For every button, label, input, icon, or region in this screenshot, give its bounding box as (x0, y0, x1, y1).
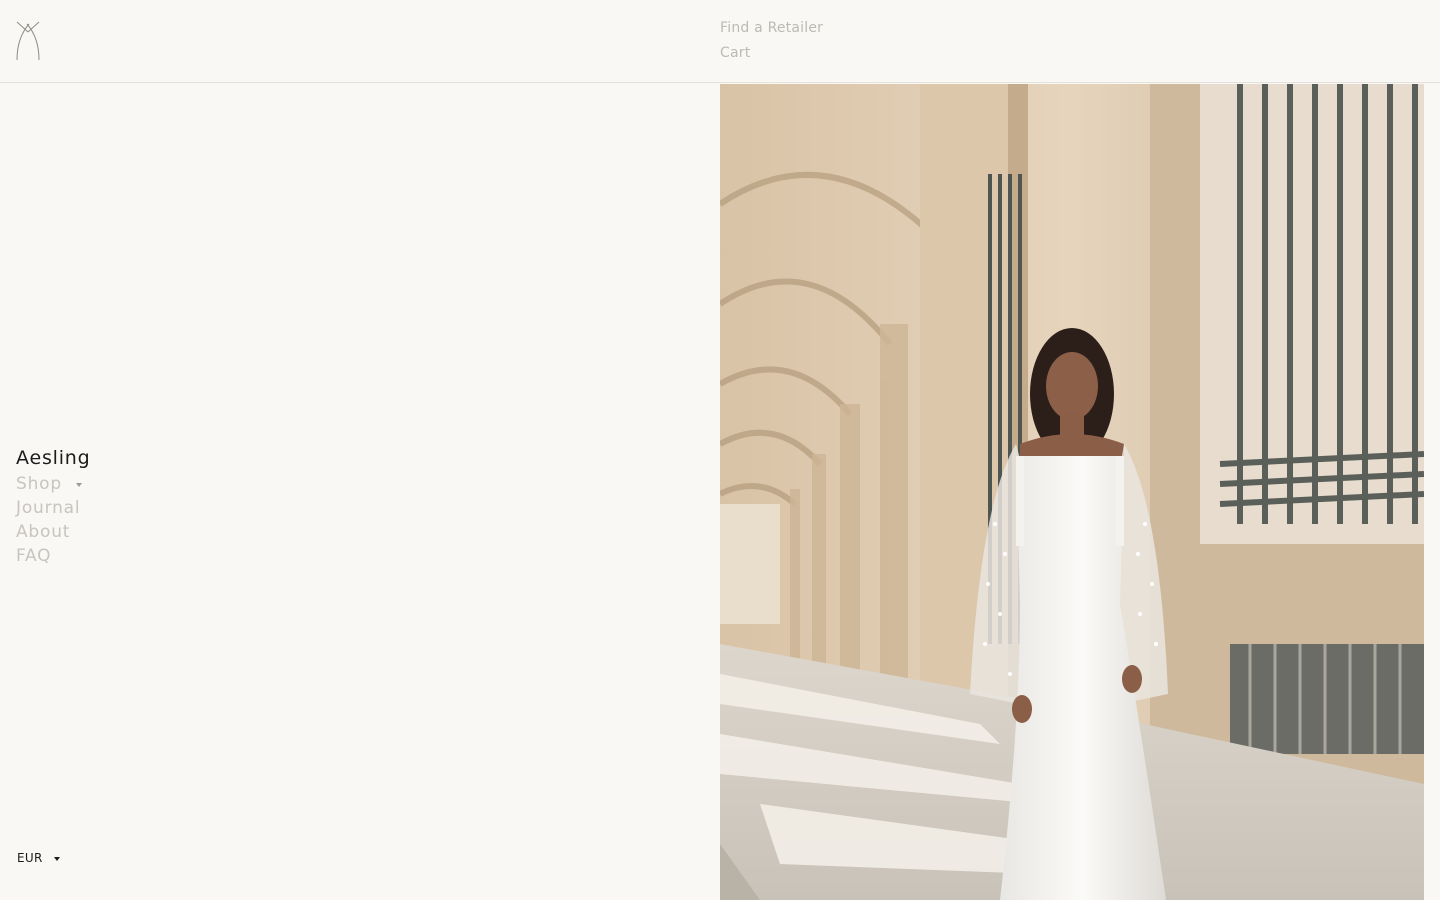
menu-item-shop-label: Shop (16, 474, 62, 494)
currency-selector[interactable]: EUR (17, 851, 60, 865)
chevron-down-icon (75, 483, 82, 487)
page: Find a Retailer Cart Aesling Shop Journa… (0, 0, 1440, 900)
menu-item-shop[interactable]: Shop (16, 472, 91, 496)
currency-value: EUR (17, 851, 43, 865)
chevron-down-icon (53, 857, 60, 861)
menu-item-faq[interactable]: FAQ (16, 544, 91, 568)
main-menu: Aesling Shop Journal About FAQ (16, 444, 91, 568)
logo-icon[interactable] (14, 18, 42, 62)
menu-item-journal[interactable]: Journal (16, 496, 91, 520)
hero-image (720, 84, 1424, 900)
header-links: Find a Retailer Cart (720, 16, 823, 66)
find-retailer-link[interactable]: Find a Retailer (720, 16, 823, 41)
brand-name[interactable]: Aesling (16, 444, 91, 472)
site-header: Find a Retailer Cart (0, 0, 1440, 83)
bride-arcade-photo-icon (720, 84, 1424, 900)
menu-item-about[interactable]: About (16, 520, 91, 544)
cart-link[interactable]: Cart (720, 41, 823, 66)
